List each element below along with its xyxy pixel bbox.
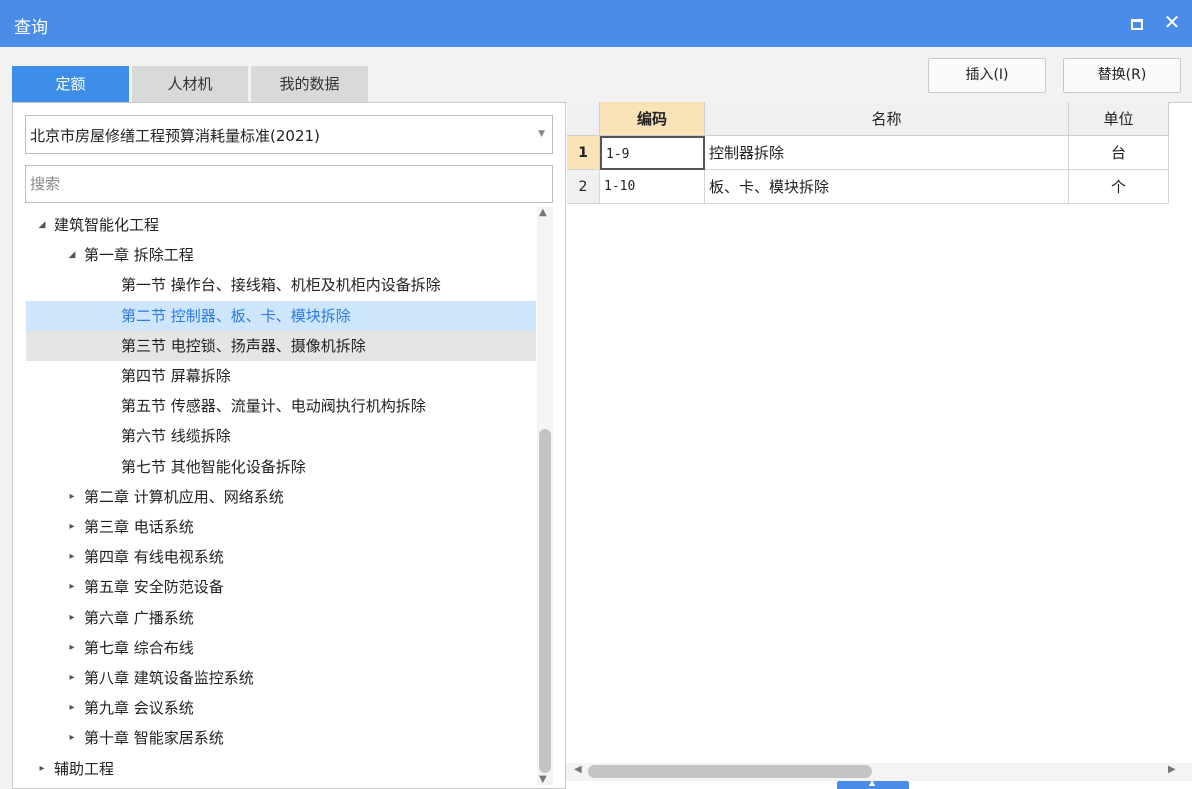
cell-name[interactable]: 控制器拆除 bbox=[705, 136, 1069, 170]
scroll-down-icon[interactable]: ▼ bbox=[539, 774, 547, 785]
scrollbar-thumb[interactable] bbox=[539, 429, 551, 773]
cell-code[interactable]: 1-10 bbox=[600, 170, 705, 204]
tree-item-label: 第六章 广播系统 bbox=[84, 608, 194, 627]
tree-item[interactable]: 第六节 线缆拆除 bbox=[26, 421, 536, 451]
tree-item-label: 第四节 屏幕拆除 bbox=[121, 367, 231, 385]
triangle-right-icon[interactable]: ▸ bbox=[66, 633, 78, 663]
cell-unit[interactable]: 个 bbox=[1069, 170, 1169, 204]
tree-vertical-scrollbar[interactable]: ▲ ▼ bbox=[537, 207, 553, 785]
row-number[interactable]: 1 bbox=[567, 136, 600, 170]
library-select[interactable]: 北京市房屋修缮工程预算消耗量标准(2021) ▼ bbox=[25, 115, 553, 154]
chevron-up-icon: ▲ bbox=[869, 778, 876, 787]
tab-quota[interactable]: 定额 bbox=[12, 66, 129, 102]
scroll-up-icon[interactable]: ▲ bbox=[539, 207, 547, 218]
tree-item[interactable]: ▸ 第六章 广播系统 bbox=[26, 603, 536, 633]
tab-labor-material-machine[interactable]: 人材机 bbox=[132, 66, 248, 102]
tree-item[interactable]: 第五节 传感器、流量计、电动阀执行机构拆除 bbox=[26, 391, 536, 421]
replace-button[interactable]: 替换(R) bbox=[1063, 58, 1181, 93]
tree-item-label: 第一章 拆除工程 bbox=[84, 246, 194, 265]
triangle-right-icon[interactable]: ▸ bbox=[66, 482, 78, 512]
tree-item[interactable]: ▸ 辅助工程 bbox=[26, 754, 536, 784]
tree-item-label: 第五节 传感器、流量计、电动阀执行机构拆除 bbox=[121, 397, 426, 416]
tree-item-label: 第三章 电话系统 bbox=[84, 518, 194, 536]
tree-item-label: 第四章 有线电视系统 bbox=[84, 548, 224, 567]
triangle-right-icon[interactable]: ▸ bbox=[66, 723, 78, 753]
triangle-right-icon[interactable]: ▸ bbox=[66, 663, 78, 693]
triangle-right-icon[interactable]: ▸ bbox=[36, 754, 48, 784]
column-header-code[interactable]: 编码 bbox=[600, 102, 705, 136]
triangle-right-icon[interactable]: ▸ bbox=[66, 693, 78, 723]
row-number[interactable]: 2 bbox=[567, 170, 600, 204]
tree-item[interactable]: ▸ 第五章 安全防范设备 bbox=[26, 572, 536, 602]
search-input[interactable] bbox=[25, 165, 553, 203]
panel-splitter-handle[interactable]: ▲ bbox=[837, 778, 909, 789]
triangle-right-icon[interactable]: ▸ bbox=[66, 603, 78, 633]
tree-item[interactable]: 第一节 操作台、接线箱、机柜及机柜内设备拆除 bbox=[26, 270, 536, 300]
insert-button[interactable]: 插入(I) bbox=[928, 58, 1046, 93]
window-title: 查询 bbox=[14, 18, 48, 38]
tree-item-label: 第十章 智能家居系统 bbox=[84, 729, 224, 748]
scroll-left-icon[interactable]: ◀ bbox=[574, 764, 582, 775]
scrollbar-thumb[interactable] bbox=[588, 765, 872, 778]
tree-item-label: 第九章 会议系统 bbox=[84, 699, 194, 718]
tree-item-label: 第六节 线缆拆除 bbox=[121, 427, 231, 446]
grid-corner bbox=[567, 102, 600, 136]
library-select-value: 北京市房屋修缮工程预算消耗量标准(2021) bbox=[30, 127, 320, 145]
tree-item-label: 建筑智能化工程 bbox=[54, 216, 160, 234]
tree-item[interactable]: ▸ 第十章 智能家居系统 bbox=[26, 723, 536, 753]
tree-item[interactable]: 第四节 屏幕拆除 bbox=[26, 361, 536, 391]
tree-item[interactable]: ◢ 建筑智能化工程 bbox=[26, 210, 536, 240]
triangle-down-icon[interactable]: ◢ bbox=[66, 240, 78, 270]
tree-item[interactable]: ▸ 第三章 电话系统 bbox=[26, 512, 536, 542]
triangle-down-icon[interactable]: ◢ bbox=[36, 210, 48, 240]
tree-item[interactable]: ▸ 第九章 会议系统 bbox=[26, 693, 536, 723]
maximize-icon[interactable] bbox=[1131, 19, 1143, 30]
triangle-right-icon[interactable]: ▸ bbox=[66, 542, 78, 572]
triangle-right-icon[interactable]: ▸ bbox=[66, 572, 78, 602]
chevron-down-icon: ▼ bbox=[538, 129, 545, 139]
triangle-right-icon[interactable]: ▸ bbox=[66, 512, 78, 542]
quota-grid-panel bbox=[566, 102, 1192, 789]
tree-item-label: 第一节 操作台、接线箱、机柜及机柜内设备拆除 bbox=[121, 276, 441, 295]
tree-item-label: 辅助工程 bbox=[54, 759, 115, 778]
column-header-unit[interactable]: 单位 bbox=[1069, 102, 1169, 136]
tree-item-label: 第八章 建筑设备监控系统 bbox=[84, 669, 254, 687]
tree-item-label: 第二节 控制器、板、卡、模块拆除 bbox=[121, 306, 351, 325]
tree-item-label: 第五章 安全防范设备 bbox=[84, 578, 224, 597]
tree-item[interactable]: ▸ 第八章 建筑设备监控系统 bbox=[26, 663, 536, 693]
tree-item-label: 第七章 综合布线 bbox=[84, 638, 194, 657]
column-header-name[interactable]: 名称 bbox=[705, 102, 1069, 136]
tree-item[interactable]: 第七节 其他智能化设备拆除 bbox=[26, 452, 536, 482]
tree-item[interactable]: 第二节 控制器、板、卡、模块拆除 bbox=[26, 300, 536, 331]
grid-horizontal-scrollbar[interactable]: ◀ ▶ bbox=[566, 763, 1192, 781]
tree-item[interactable]: ▸ 第七章 综合布线 bbox=[26, 633, 536, 663]
cell-unit[interactable]: 台 bbox=[1069, 136, 1169, 170]
tree-item-label: 第二章 计算机应用、网络系统 bbox=[84, 487, 284, 506]
tree-item[interactable]: ▸ 第二章 计算机应用、网络系统 bbox=[26, 482, 536, 512]
tree-item-label: 第七节 其他智能化设备拆除 bbox=[121, 457, 306, 476]
tree-item[interactable]: ▸ 第四章 有线电视系统 bbox=[26, 542, 536, 572]
tab-my-data[interactable]: 我的数据 bbox=[251, 66, 368, 102]
cell-name[interactable]: 板、卡、模块拆除 bbox=[705, 170, 1069, 204]
tree-item[interactable]: 第三节 电控锁、扬声器、摄像机拆除 bbox=[26, 330, 536, 361]
scroll-right-icon[interactable]: ▶ bbox=[1168, 764, 1176, 775]
close-icon[interactable]: ✕ bbox=[1160, 10, 1184, 34]
cell-code[interactable]: 1-9 bbox=[600, 136, 705, 170]
tree-item[interactable]: ◢ 第一章 拆除工程 bbox=[26, 240, 536, 270]
window-titlebar: 查询 ✕ bbox=[0, 0, 1192, 47]
tree-item-label: 第三节 电控锁、扬声器、摄像机拆除 bbox=[121, 336, 366, 355]
